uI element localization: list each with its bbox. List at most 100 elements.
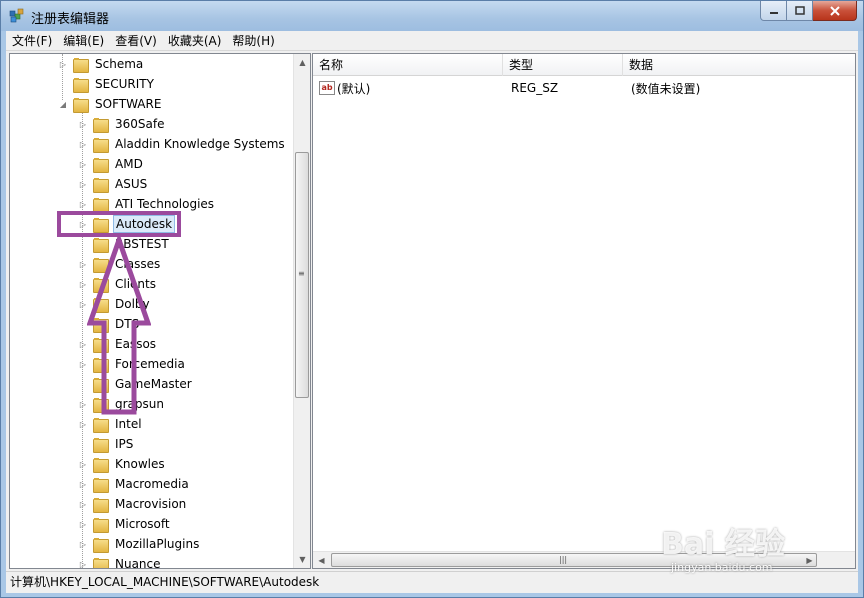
folder-icon [93,197,109,213]
tree-item[interactable]: ▷ Macrovision [78,494,188,514]
key-tree-pane[interactable]: ▷ Schema SECURITY ◢ SOFTWARE ▷ 360Safe ▷ Aladdin… [9,53,311,569]
tree-item[interactable]: ▷ Knowles [78,454,167,474]
expand-triangle-icon[interactable]: ▷ [58,60,68,69]
maximize-icon [794,5,805,15]
expand-triangle-icon[interactable]: ▷ [78,560,88,569]
expand-triangle-icon[interactable]: ▷ [78,500,88,509]
scroll-grip-icon: ||| [559,555,568,564]
value-name: (默认) [337,81,371,96]
watermark-brand: Bai 经验 [661,527,785,562]
tree-item[interactable]: ◢ SOFTWARE [58,94,163,114]
folder-icon [73,77,89,93]
expand-triangle-icon[interactable]: ▷ [78,120,88,129]
menu-favorites[interactable]: 收藏夹(A) [163,32,227,49]
list-header: 名称 类型 数据 [313,54,855,76]
tree-item-label: AMD [115,157,143,171]
title-bar[interactable]: 注册表编辑器 [1,1,863,31]
value-data: (数值未设置) [631,81,701,96]
maximize-button[interactable] [787,1,813,21]
window-controls [760,1,857,21]
tree-item-label: ASUS [115,177,148,191]
tree-item-label: Intel [115,417,142,431]
tree-item-label: IPS [115,437,134,451]
tree-item-label: 360Safe [115,117,165,131]
tree-item-label: Schema [95,57,144,71]
column-name-header[interactable]: 名称 [313,54,503,76]
expand-triangle-icon[interactable]: ▷ [78,540,88,549]
tree-item[interactable]: ▷ Microsoft [78,514,172,534]
minimize-button[interactable] [760,1,787,21]
tree-item[interactable]: ▷ Nuance [78,554,163,569]
expand-triangle-icon[interactable]: ▷ [78,460,88,469]
folder-icon [73,97,89,113]
folder-icon [93,557,109,568]
registry-app-icon [9,8,24,23]
expand-triangle-icon[interactable]: ▷ [78,180,88,189]
tree-item-label: SECURITY [95,77,154,91]
menu-bar: 文件(F) 编辑(E) 查看(V) 收藏夹(A) 帮助(H) [6,31,858,51]
string-value-icon: ab [319,81,335,95]
scroll-grip-icon: ≡ [298,269,305,278]
value-type: REG_SZ [511,81,559,95]
folder-icon [93,117,109,133]
tree-item[interactable]: ▷ ASUS [78,174,149,194]
expand-triangle-icon[interactable]: ▷ [78,200,88,209]
tree-item[interactable]: ▷ Intel [78,414,144,434]
annotation-up-arrow-icon [87,237,151,415]
close-button[interactable] [813,1,857,21]
folder-icon [93,417,109,433]
tree-item-label: Knowles [115,457,165,471]
expand-triangle-icon[interactable]: ▷ [78,140,88,149]
folder-icon [93,137,109,153]
column-data-header[interactable]: 数据 [623,54,855,76]
folder-icon [93,497,109,513]
scroll-down-arrow-icon[interactable]: ▼ [294,551,310,568]
tree-item[interactable]: ▷ MozillaPlugins [78,534,201,554]
folder-icon [93,477,109,493]
tree-item[interactable]: ▷ AMD [78,154,145,174]
tree-item[interactable]: ▷ Macromedia [78,474,191,494]
tree-item-label: Macromedia [115,477,189,491]
tree-item-label: Microsoft [115,517,170,531]
expand-triangle-icon[interactable]: ▷ [78,520,88,529]
column-type-header[interactable]: 类型 [503,54,623,76]
expand-triangle-icon[interactable]: ▷ [78,480,88,489]
baidu-watermark: Bai 经验 jingyan.baidu.com [661,519,841,579]
folder-icon [93,457,109,473]
folder-icon [73,57,89,73]
status-path: 计算机\HKEY_LOCAL_MACHINE\SOFTWARE\Autodesk [10,575,320,589]
close-icon [829,5,840,16]
annotation-highlight-box [57,211,181,237]
menu-edit[interactable]: 编辑(E) [58,32,109,49]
tree-item[interactable]: IPS [78,434,135,454]
scroll-left-arrow-icon[interactable]: ◀ [313,552,330,568]
tree-item[interactable]: ▷ 360Safe [78,114,166,134]
scroll-up-arrow-icon[interactable]: ▲ [294,54,310,71]
expand-triangle-icon[interactable]: ▷ [78,420,88,429]
registry-editor-window: 注册表编辑器 文件(F) 编辑(E) 查看(V) 收藏夹(A) 帮助(H) ▷ S… [0,0,864,598]
collapse-triangle-icon[interactable]: ◢ [58,100,68,109]
folder-icon [93,177,109,193]
folder-icon [93,537,109,553]
tree-item[interactable]: ▷ Schema [58,54,145,74]
tree-item-label: Macrovision [115,497,187,511]
tree-item-label: MozillaPlugins [115,537,200,551]
menu-help[interactable]: 帮助(H) [227,32,279,49]
value-list-pane[interactable]: 名称 类型 数据 ab (默认) REG_SZ (数值未设置) ◀ ||| ▶ [312,53,856,569]
menu-file[interactable]: 文件(F) [7,32,57,49]
tree-item[interactable]: ▷ Aladdin Knowledge Systems [78,134,287,154]
expand-triangle-icon[interactable]: ▷ [78,160,88,169]
tree-item-label: ATI Technologies [115,197,215,211]
folder-icon [93,437,109,453]
tree-vertical-scrollbar[interactable]: ▲ ≡ ▼ [293,54,310,568]
value-row[interactable]: ab (默认) REG_SZ (数值未设置) [313,79,831,97]
watermark-url: jingyan.baidu.com [671,561,773,574]
tree-item-label: Nuance [115,557,161,569]
menu-view[interactable]: 查看(V) [110,32,162,49]
tree-item[interactable]: SECURITY [58,74,156,94]
window-title: 注册表编辑器 [31,12,110,27]
tree-item-label: SOFTWARE [95,97,162,111]
folder-icon [93,517,109,533]
minimize-icon [769,11,778,14]
tree-item-label: Aladdin Knowledge Systems [115,137,285,151]
